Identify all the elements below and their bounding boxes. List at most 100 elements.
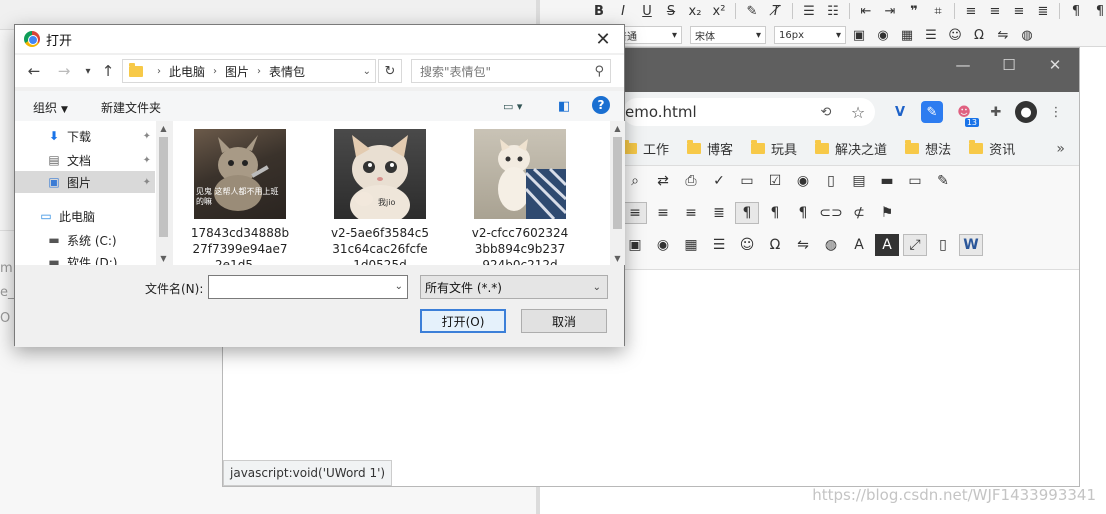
align-left-icon[interactable]: ≡ (960, 1, 982, 21)
recent-locations-chevron-icon[interactable]: ▾ (78, 61, 98, 81)
search-icon[interactable]: ⌕ (623, 170, 647, 192)
ltr-icon[interactable]: ¶ (1065, 1, 1087, 21)
form-textbox-icon[interactable]: ▭ (735, 170, 759, 192)
preview-icon[interactable]: ▯ (931, 234, 955, 256)
unordered-list-icon[interactable]: ☷ (822, 1, 844, 21)
back-arrow-icon[interactable]: ← (24, 61, 44, 81)
star-icon[interactable]: ☆ (847, 101, 869, 123)
close-icon[interactable]: ✕ (586, 26, 620, 52)
textarea-icon[interactable]: ▯ (819, 170, 843, 192)
scrollbar-thumb[interactable] (613, 137, 622, 229)
line-icon[interactable]: ☰ (920, 25, 942, 45)
edit-icon[interactable]: ✎ (931, 170, 955, 192)
chevron-down-icon[interactable]: ⌄ (395, 281, 403, 292)
ordered-list-icon[interactable]: ☰ (798, 1, 820, 21)
horizontal-rule-icon[interactable]: ☰ (707, 234, 731, 256)
file-item[interactable]: 我jio v2-5ae6f3584c5 31c64cac26fcfe …1d05… (315, 129, 445, 265)
image-icon[interactable]: ▣ (623, 234, 647, 256)
extension-cat-icon[interactable]: ☻ 13 (953, 101, 979, 127)
filename-input[interactable]: ⌄ (208, 275, 408, 299)
help-icon[interactable]: ? (592, 96, 610, 114)
breadcrumb-item[interactable]: 图片 (225, 63, 249, 80)
breadcrumb-item[interactable]: 此电脑 (169, 63, 205, 80)
outdent-icon[interactable]: ⇤ (855, 1, 877, 21)
video-icon[interactable]: ◉ (651, 234, 675, 256)
table-icon[interactable]: ▦ (679, 234, 703, 256)
font-select[interactable]: 宋体 ▾ (690, 26, 766, 44)
more-menu-icon[interactable]: ⋮ (1045, 101, 1067, 123)
view-options-icon[interactable]: ▭ ▾ (503, 97, 522, 115)
bookmark-item[interactable]: 博客 (687, 139, 733, 158)
avatar[interactable]: ● (1015, 101, 1037, 123)
nav-item-documents[interactable]: ▤ 文档 ✦ (15, 149, 155, 171)
image-button-icon[interactable]: ▭ (903, 170, 927, 192)
nav-item-drive-c[interactable]: ▬ 系统 (C:) (15, 229, 155, 251)
pin-icon[interactable]: ✦ (143, 131, 151, 142)
maximize-icon[interactable]: ☐ (987, 56, 1031, 74)
pin-icon[interactable]: ✦ (143, 177, 151, 188)
navigation-scrollbar[interactable]: ▲ ▼ (156, 121, 171, 265)
page-break-icon[interactable]: ⇋ (791, 234, 815, 256)
globe-icon[interactable]: ◍ (819, 234, 843, 256)
nav-item-drive-d[interactable]: ▬ 软件 (D:) (15, 251, 155, 265)
link-icon[interactable]: ◉ (872, 25, 894, 45)
translate-icon[interactable]: ⟲ (815, 101, 837, 123)
anchor-icon[interactable]: ⚑ (875, 202, 899, 224)
underline-icon[interactable]: U (636, 1, 658, 21)
align-justify-icon[interactable]: ≣ (707, 202, 731, 224)
emoji-icon[interactable]: ☺ (944, 25, 966, 45)
file-item[interactable]: v2-cfcc7602324 3bb894c9b237 …924b0c212d… (455, 129, 585, 265)
chevron-down-icon[interactable]: ▼ (156, 251, 171, 265)
chevron-down-icon[interactable]: ▼ (610, 251, 625, 265)
unlink-icon[interactable]: ⊄ (847, 202, 871, 224)
ltr-icon[interactable]: ¶ (735, 202, 759, 224)
align-left-icon[interactable]: ≡ (623, 202, 647, 224)
radio-icon[interactable]: ◉ (791, 170, 815, 192)
chevron-up-icon[interactable]: ▲ (156, 121, 171, 135)
highlight-color-icon[interactable]: A (875, 234, 899, 256)
new-folder-button[interactable]: 新建文件夹 (101, 99, 161, 116)
align-right-icon[interactable]: ≡ (1008, 1, 1030, 21)
nav-item-downloads[interactable]: ⬇ 下载 ✦ (15, 125, 155, 147)
code-block-icon[interactable]: ⌗ (927, 1, 949, 21)
chevron-down-icon[interactable]: ⌄ (363, 66, 371, 77)
indent-icon[interactable]: ⇥ (879, 1, 901, 21)
breadcrumb-item[interactable]: 表情包 (269, 63, 305, 80)
blockquote-icon[interactable]: ❞ (903, 1, 925, 21)
chevron-up-icon[interactable]: ▲ (610, 121, 625, 135)
nav-item-this-pc[interactable]: ▭ 此电脑 (15, 205, 155, 227)
forward-arrow-icon[interactable]: → (54, 61, 74, 81)
url-field[interactable]: emo.html (623, 98, 875, 126)
search-input[interactable]: 搜索"表情包" ⚲ (411, 59, 611, 83)
button-icon[interactable]: ▬ (875, 170, 899, 192)
strikethrough-icon[interactable]: S (660, 1, 682, 21)
bold-icon[interactable]: B (588, 1, 610, 21)
extension-edit-icon[interactable]: ✎ (921, 101, 943, 123)
special-char-icon[interactable]: Ω (968, 25, 990, 45)
page-break-icon[interactable]: ⇋ (992, 25, 1014, 45)
fullscreen-icon[interactable]: ⤢ (903, 234, 927, 256)
puzzle-icon[interactable]: ✚ (985, 101, 1007, 123)
bookmark-item[interactable]: 工作 (623, 139, 669, 158)
filetype-select[interactable]: 所有文件 (*.*) ⌄ (420, 275, 608, 299)
refresh-icon[interactable]: ↻ (378, 59, 402, 83)
special-char-icon[interactable]: Ω (763, 234, 787, 256)
font-color-icon[interactable]: A (847, 234, 871, 256)
align-justify-icon[interactable]: ≣ (1032, 1, 1054, 21)
bookmark-item[interactable]: 解决之道 (815, 139, 887, 158)
clear-format-icon[interactable]: T̸ (765, 1, 787, 21)
table-icon[interactable]: ▦ (896, 25, 918, 45)
italic-icon[interactable]: I (612, 1, 634, 21)
scrollbar-thumb[interactable] (159, 137, 168, 237)
link-icon[interactable]: ⊂⊃ (819, 202, 843, 224)
file-list-scrollbar[interactable]: ▲ ▼ (610, 121, 625, 265)
file-item[interactable]: 见鬼 这帮人都不用上班的嘛 17843cd34888b 27f7399e94ae… (175, 129, 305, 265)
rtl-icon[interactable]: ¶ (763, 202, 787, 224)
print-icon[interactable]: ⎙ (679, 170, 703, 192)
preview-pane-icon[interactable]: ◧ (558, 97, 570, 115)
bookmark-item[interactable]: 玩具 (751, 139, 797, 158)
open-button[interactable]: 打开(O) (420, 309, 506, 333)
word-icon[interactable]: W (959, 234, 983, 256)
align-right-icon[interactable]: ≡ (679, 202, 703, 224)
align-center-icon[interactable]: ≡ (651, 202, 675, 224)
